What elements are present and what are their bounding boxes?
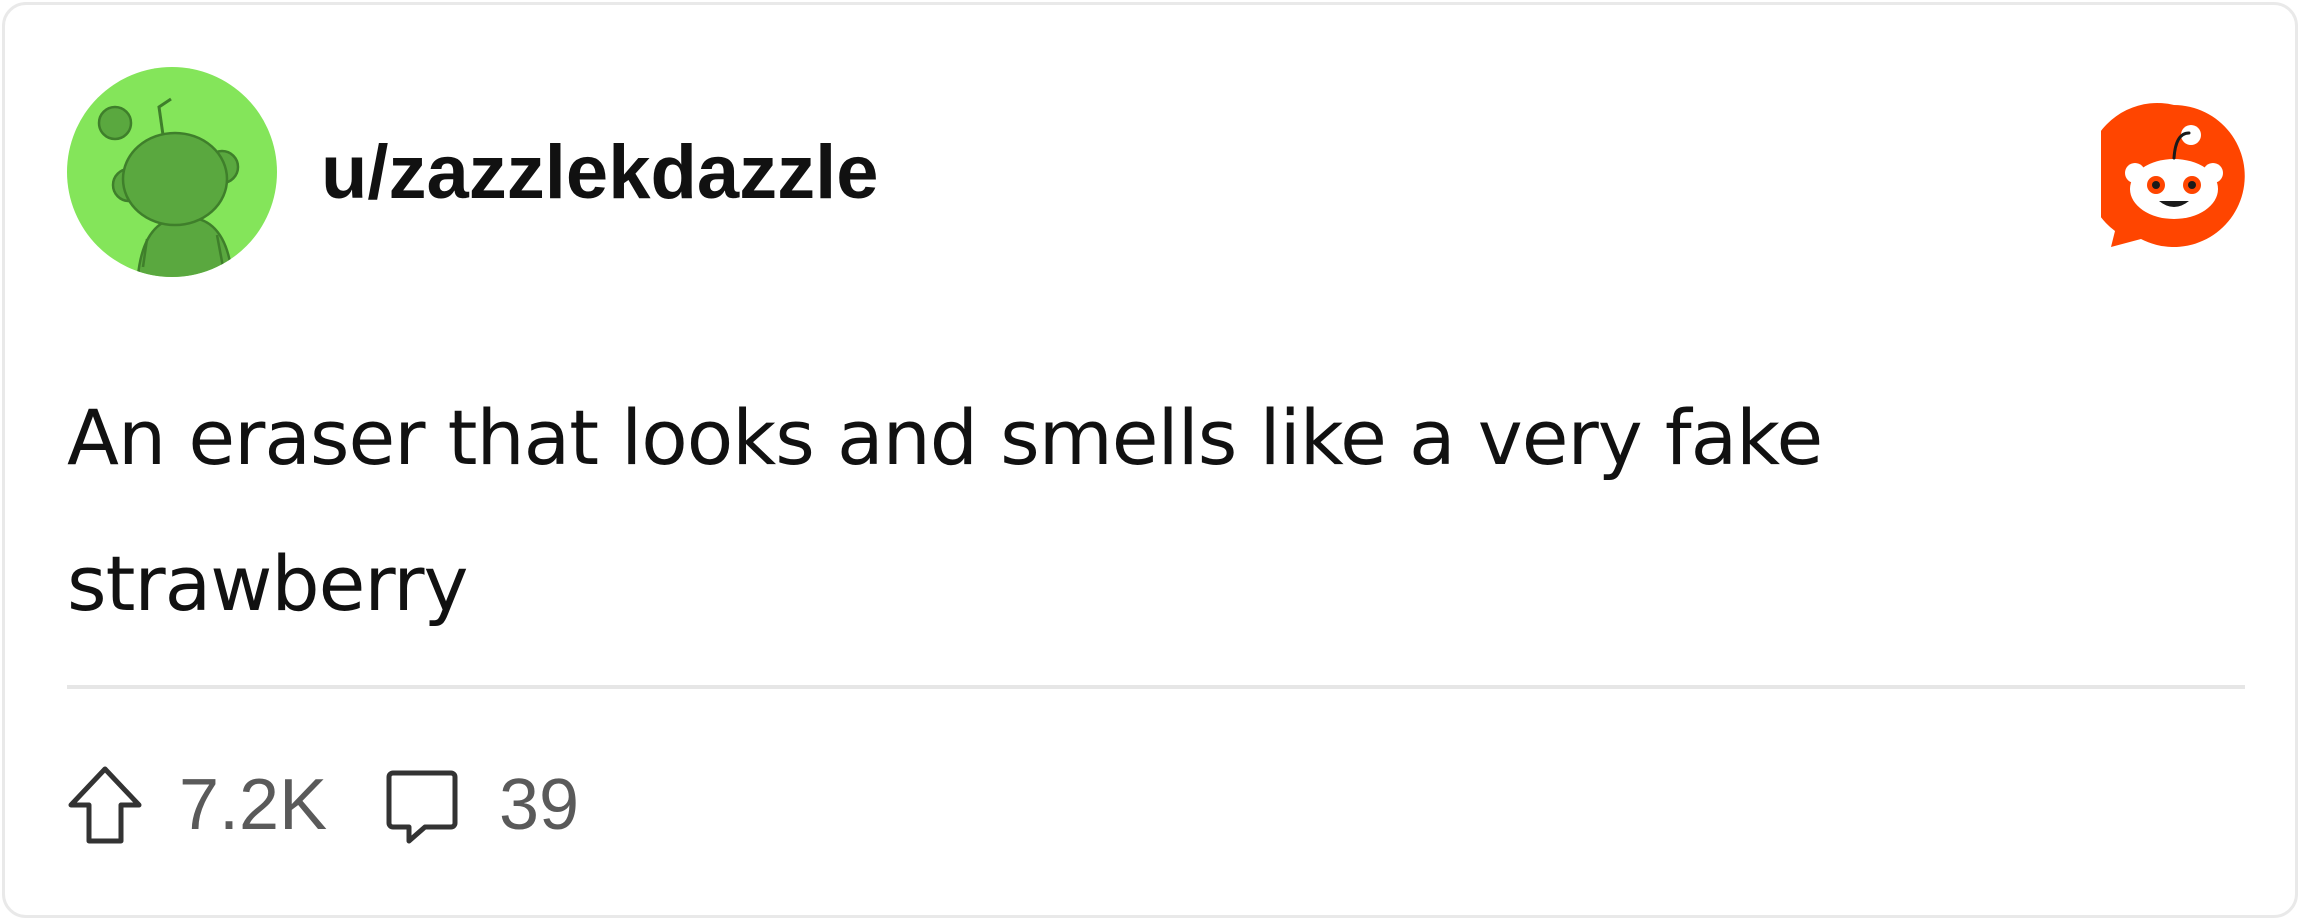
snoo-avatar-icon[interactable]: [67, 67, 277, 277]
post-body: An eraser that looks and smells like a v…: [67, 393, 1823, 628]
comment-bubble-icon[interactable]: [385, 769, 459, 847]
divider: [67, 685, 2245, 689]
username[interactable]: u/zazzlekdazzle: [321, 125, 879, 221]
comment-count: 39: [499, 765, 580, 845]
upvote-arrow-icon[interactable]: [67, 765, 143, 845]
post-card[interactable]: u/zazzlekdazzle An eraser that looks and…: [2, 2, 2298, 918]
upvote-count: 7.2K: [179, 765, 328, 845]
reddit-logo-icon[interactable]: [2101, 103, 2247, 249]
